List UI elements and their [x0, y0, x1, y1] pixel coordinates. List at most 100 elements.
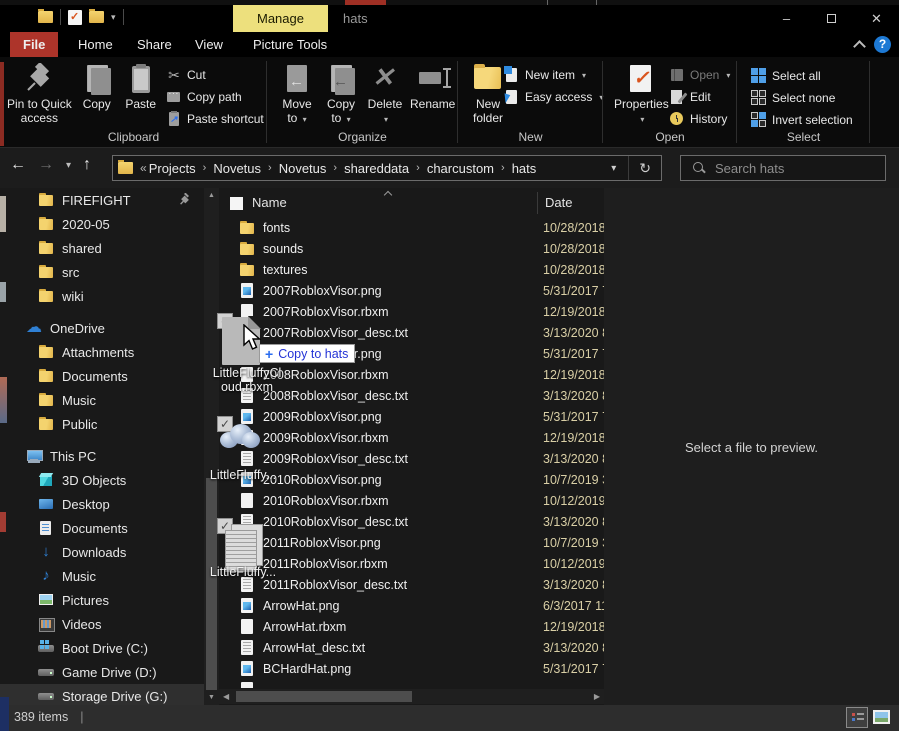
- easy-access-button[interactable]: Easy access▾: [500, 86, 607, 108]
- breadcrumb-item[interactable]: Novetus: [279, 161, 327, 176]
- breadcrumb-item[interactable]: Projects: [149, 161, 196, 176]
- forward-button[interactable]: →: [38, 156, 54, 174]
- copy-button[interactable]: Copy: [75, 61, 119, 133]
- breadcrumb-chevron-icon[interactable]: ›: [494, 162, 512, 174]
- paste-button[interactable]: Paste: [119, 61, 163, 133]
- column-header-date[interactable]: Date: [545, 195, 572, 210]
- scroll-left-icon[interactable]: ◀: [223, 692, 229, 701]
- breadcrumb-overflow[interactable]: «: [139, 161, 149, 175]
- open-button[interactable]: Open▾: [665, 64, 734, 86]
- file-row[interactable]: 2009RobloxVisor_desc.txt3/13/2020 8: [219, 448, 604, 469]
- tab-manage[interactable]: Manage: [233, 5, 328, 32]
- sidebar-scroll-thumb[interactable]: [206, 478, 217, 690]
- sidebar-item-downloads[interactable]: ↓Downloads: [0, 540, 204, 564]
- breadcrumb-chevron-icon[interactable]: ›: [261, 162, 279, 174]
- sidebar-item-music[interactable]: Music: [0, 388, 204, 412]
- file-row[interactable]: 2011RobloxVisor.png10/7/2019 3: [219, 532, 604, 553]
- column-header-name[interactable]: Name: [252, 195, 287, 210]
- sidebar-item-boot-drive-c-[interactable]: Boot Drive (C:): [0, 636, 204, 660]
- copy-button[interactable]: ←Copyto ▾: [319, 61, 363, 133]
- sidebar-item-videos[interactable]: Videos: [0, 612, 204, 636]
- breadcrumb-item[interactable]: hats: [512, 161, 537, 176]
- collapse-ribbon-icon[interactable]: [853, 38, 865, 50]
- file-row[interactable]: [219, 679, 604, 688]
- search-box[interactable]: Search hats: [680, 155, 886, 181]
- file-row[interactable]: textures10/28/2018: [219, 259, 604, 280]
- details-view-button[interactable]: [846, 707, 868, 728]
- refresh-icon[interactable]: ↻: [628, 156, 661, 180]
- filelist-horizontal-scrollbar[interactable]: ◀ ▶: [219, 689, 604, 704]
- new-item-button[interactable]: New item▾: [500, 64, 607, 86]
- pin-to-quick-button[interactable]: Pin to Quickaccess: [4, 61, 75, 133]
- qat-customize-caret-icon[interactable]: ▾: [111, 12, 116, 23]
- sidebar-item-this-pc[interactable]: This PC: [0, 444, 204, 468]
- file-row[interactable]: 2007RobloxVisor.png5/31/2017 7: [219, 280, 604, 301]
- file-row[interactable]: 2010RobloxVisor.rbxm10/12/2019: [219, 490, 604, 511]
- sidebar-item-src[interactable]: src: [0, 260, 204, 284]
- scroll-down-icon[interactable]: ▼: [204, 694, 219, 701]
- sidebar-item-shared[interactable]: shared: [0, 236, 204, 260]
- file-row[interactable]: 2007RobloxVisor_desc.txt3/13/2020 8: [219, 322, 604, 343]
- select-all-button[interactable]: Select all: [747, 65, 857, 87]
- file-row[interactable]: ArrowHat_desc.txt3/13/2020 8: [219, 637, 604, 658]
- sidebar-scrollbar[interactable]: ▲ ▼: [204, 188, 219, 705]
- up-button[interactable]: ↑: [83, 156, 91, 174]
- large-icons-view-button[interactable]: [871, 707, 893, 728]
- recent-locations-chevron-icon[interactable]: ▾: [66, 160, 71, 171]
- history-button[interactable]: History: [665, 108, 734, 130]
- back-button[interactable]: ←: [10, 156, 26, 174]
- sidebar-item-public[interactable]: Public: [0, 412, 204, 436]
- qat-folder-icon[interactable]: [38, 11, 53, 23]
- file-row[interactable]: ArrowHat.png6/3/2017 11: [219, 595, 604, 616]
- qat-properties-icon[interactable]: [68, 10, 82, 25]
- cut-button[interactable]: ✂Cut: [162, 64, 268, 86]
- ribbon-tab-file[interactable]: File: [10, 32, 58, 57]
- scroll-right-icon[interactable]: ▶: [594, 692, 600, 701]
- file-row[interactable]: 2009RobloxVisor.png5/31/2017 7: [219, 406, 604, 427]
- sidebar-item-pictures[interactable]: Pictures: [0, 588, 204, 612]
- file-row[interactable]: fonts10/28/2018: [219, 217, 604, 238]
- file-row[interactable]: 2010RobloxVisor_desc.txt3/13/2020 8: [219, 511, 604, 532]
- qat-new-folder-icon[interactable]: [89, 11, 104, 23]
- address-bar[interactable]: « Projects›Novetus›Novetus›shareddata›ch…: [112, 155, 662, 181]
- file-row[interactable]: ArrowHat.rbxm12/19/2018: [219, 616, 604, 637]
- column-divider[interactable]: [537, 192, 538, 214]
- filelist-hscroll-thumb[interactable]: [236, 691, 412, 702]
- ribbon-tab-picture-tools[interactable]: Picture Tools: [240, 32, 340, 57]
- move-button[interactable]: ←Moveto ▾: [275, 61, 319, 133]
- select-none-button[interactable]: Select none: [747, 87, 857, 109]
- minimize-button[interactable]: –: [764, 5, 809, 32]
- sidebar-item-documents[interactable]: Documents: [0, 516, 204, 540]
- properties-button[interactable]: Properties ▾: [611, 61, 672, 133]
- close-button[interactable]: ✕: [854, 5, 899, 32]
- breadcrumb-item[interactable]: shareddata: [344, 161, 409, 176]
- select-all-checkbox[interactable]: [230, 197, 243, 210]
- file-row[interactable]: 2007RobloxVisor.rbxm12/19/2018: [219, 301, 604, 322]
- sidebar-item-attachments[interactable]: Attachments: [0, 340, 204, 364]
- sidebar-item-3d-objects[interactable]: 3D Objects: [0, 468, 204, 492]
- address-dropdown-icon[interactable]: ▾: [599, 163, 628, 174]
- ribbon-tab-home[interactable]: Home: [65, 32, 126, 57]
- rename-button[interactable]: Rename: [407, 61, 458, 133]
- sidebar-item-wiki[interactable]: wiki: [0, 284, 204, 308]
- file-row[interactable]: sounds10/28/2018: [219, 238, 604, 259]
- breadcrumb-item[interactable]: charcustom: [427, 161, 494, 176]
- ribbon-tab-share[interactable]: Share: [124, 32, 185, 57]
- sidebar-item-onedrive[interactable]: ☁OneDrive: [0, 316, 204, 340]
- breadcrumb-chevron-icon[interactable]: ›: [409, 162, 427, 174]
- sidebar-item-documents[interactable]: Documents: [0, 364, 204, 388]
- ribbon-tab-view[interactable]: View: [182, 32, 236, 57]
- sidebar-item-desktop[interactable]: Desktop: [0, 492, 204, 516]
- sidebar-item-firefight[interactable]: FIREFIGHT: [0, 188, 204, 212]
- breadcrumb-item[interactable]: Novetus: [213, 161, 261, 176]
- sidebar-item-game-drive-d-[interactable]: Game Drive (D:): [0, 660, 204, 684]
- breadcrumb-chevron-icon[interactable]: ›: [196, 162, 214, 174]
- scroll-up-icon[interactable]: ▲: [204, 192, 219, 199]
- paste-shortcut-button[interactable]: Paste shortcut: [162, 108, 268, 130]
- edit-button[interactable]: Edit: [665, 86, 734, 108]
- sidebar-item-music[interactable]: ♪Music: [0, 564, 204, 588]
- sidebar-item-2020-05[interactable]: 2020-05: [0, 212, 204, 236]
- file-row[interactable]: BCHardHat.png5/31/2017 7: [219, 658, 604, 679]
- help-icon[interactable]: ?: [874, 36, 891, 53]
- copy-path-button[interactable]: Copy path: [162, 86, 268, 108]
